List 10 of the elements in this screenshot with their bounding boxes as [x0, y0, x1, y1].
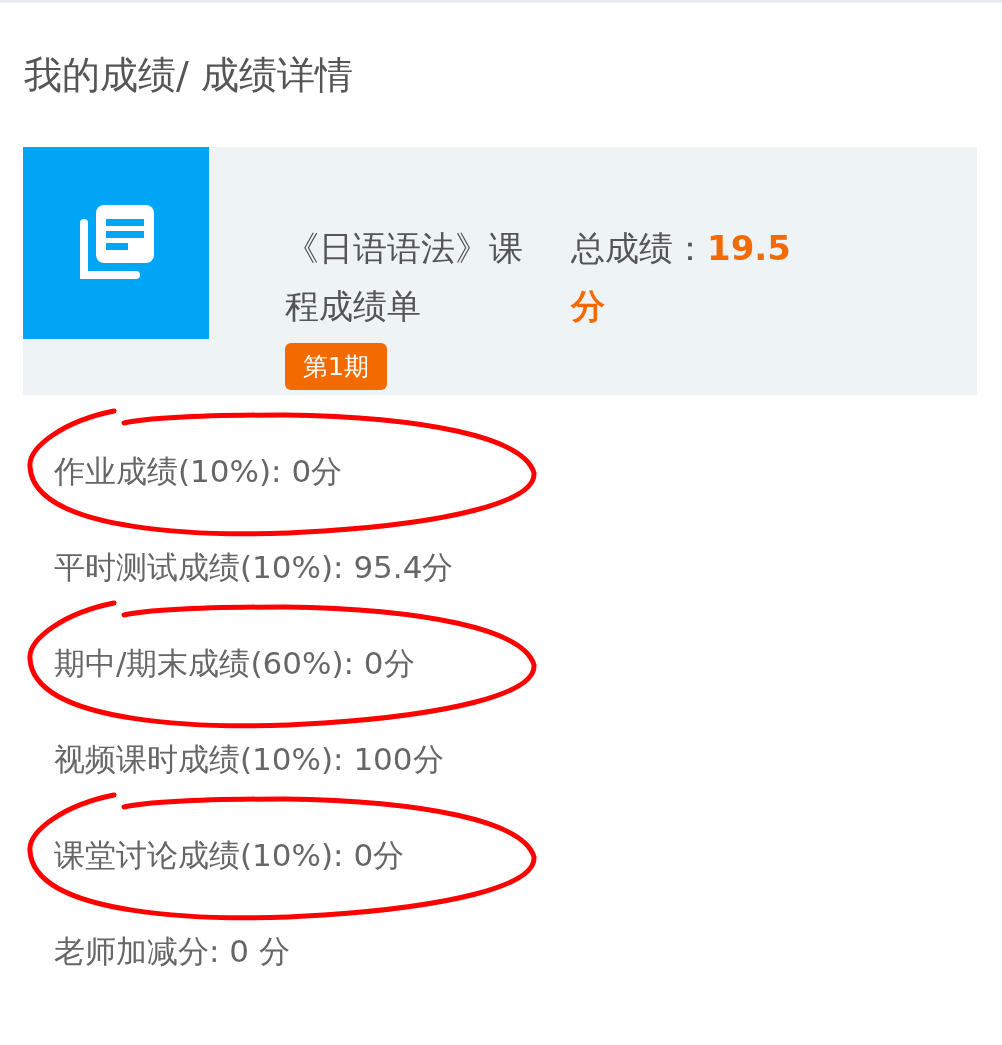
- total-score: 总成绩：19.5分: [571, 226, 792, 328]
- course-name: 《日语语法》课程成绩单: [285, 226, 524, 328]
- score-item: 老师加减分: 0 分: [54, 932, 290, 969]
- score-item: 期中/期末成绩(60%): 0分: [54, 644, 415, 681]
- score-item: 作业成绩(10%): 0分: [54, 452, 343, 489]
- score-item: 课堂讨论成绩(10%): 0分: [54, 836, 405, 873]
- score-item: 平时测试成绩(10%): 95.4分: [54, 548, 454, 585]
- score-item: 视频课时成绩(10%): 100分: [54, 740, 444, 777]
- breadcrumb-title: 我的成绩/ 成绩详情: [23, 52, 354, 99]
- term-badge: 第1期: [285, 342, 387, 391]
